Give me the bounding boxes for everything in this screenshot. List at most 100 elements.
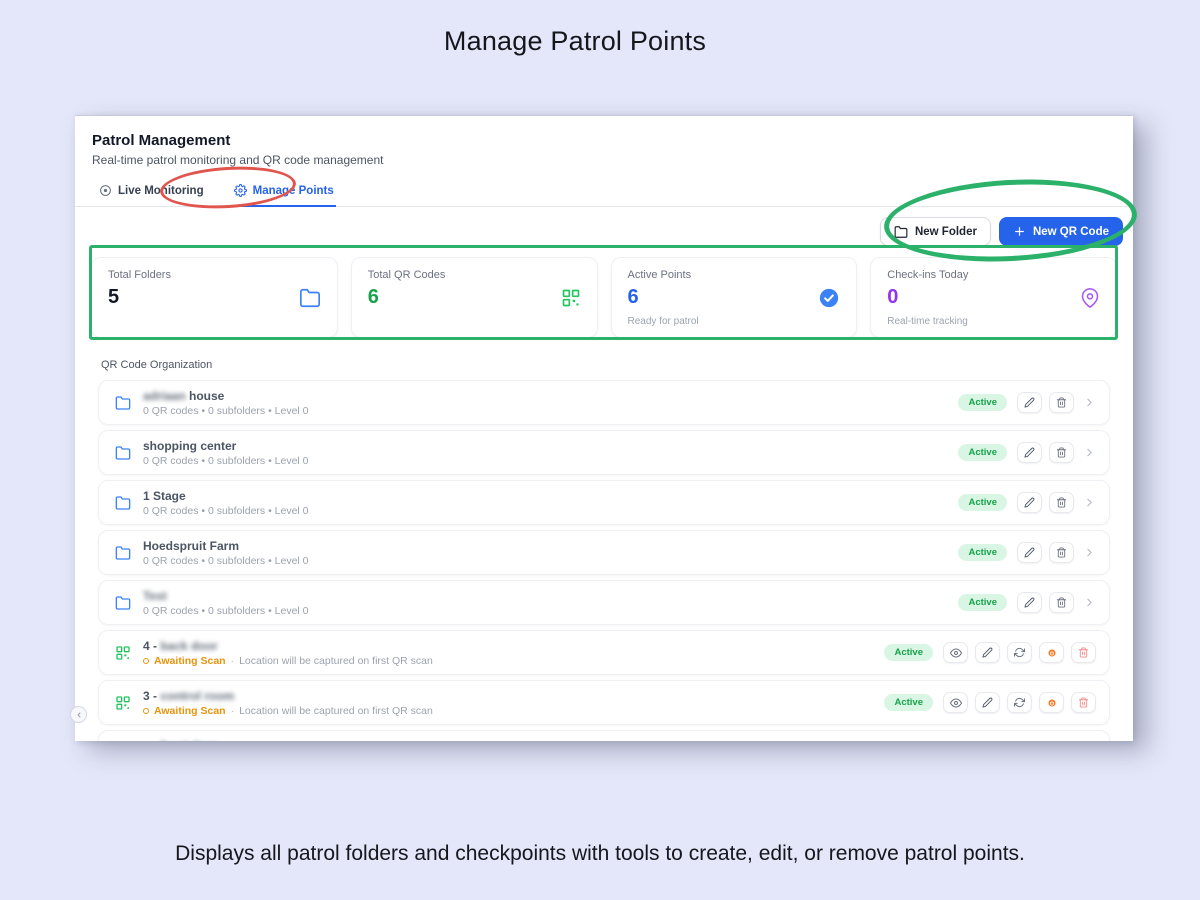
chevron-right-icon[interactable] <box>1083 496 1096 509</box>
panel-subtitle: Real-time patrol monitoring and QR code … <box>92 153 1116 167</box>
delete-folder-button[interactable] <box>1049 392 1074 413</box>
chevron-right-icon[interactable] <box>1083 446 1096 459</box>
page-caption: Displays all patrol folders and checkpoi… <box>0 842 1200 866</box>
edit-qr-button[interactable] <box>975 642 1000 663</box>
location-hint: Location will be captured on first QR sc… <box>239 705 433 717</box>
new-qr-code-button[interactable]: New QR Code <box>999 217 1123 246</box>
deactivate-point-button[interactable] <box>1039 642 1064 663</box>
tab-label: Manage Points <box>253 185 334 197</box>
stat-value: 6 <box>368 286 379 309</box>
new-folder-label: New Folder <box>915 226 977 238</box>
tab-manage-points[interactable]: Manage Points <box>232 178 336 206</box>
regenerate-qr-button[interactable] <box>1007 642 1032 663</box>
stat-value: 5 <box>108 286 119 309</box>
status-badge: Active <box>884 644 933 661</box>
stat-subtitle <box>108 316 321 328</box>
folder-row[interactable]: 1 Stage 0 QR codes • 0 subfolders • Leve… <box>98 480 1110 525</box>
stat-value: 0 <box>887 286 898 309</box>
folder-icon <box>115 545 131 561</box>
stat-label: Total QR Codes <box>368 269 581 281</box>
trash-icon <box>1056 497 1067 508</box>
stat-checkins-today: Check-ins Today 0 Real-time tracking <box>870 257 1117 338</box>
refresh-icon <box>1014 697 1025 708</box>
chevron-left-icon <box>75 711 83 719</box>
qr-point-row[interactable]: 4 - back door Awaiting Scan · Location w… <box>98 630 1110 675</box>
folder-info: adriaan house 0 QR codes • 0 subfolders … <box>143 389 958 417</box>
delete-folder-button[interactable] <box>1049 592 1074 613</box>
eye-icon <box>950 647 962 659</box>
folder-icon <box>299 287 321 309</box>
status-badge: Active <box>958 394 1007 411</box>
stat-total-qr-codes: Total QR Codes 6 <box>351 257 598 338</box>
stat-subtitle <box>368 316 581 328</box>
rows-list: adriaan house 0 QR codes • 0 subfolders … <box>98 380 1110 741</box>
stat-subtitle: Ready for patrol <box>628 316 841 328</box>
pencil-icon <box>1024 597 1035 608</box>
folder-icon <box>115 395 131 411</box>
deactivate-point-button[interactable] <box>1039 692 1064 713</box>
folder-icon <box>115 595 131 611</box>
delete-folder-button[interactable] <box>1049 492 1074 513</box>
new-qr-code-label: New QR Code <box>1033 226 1109 238</box>
qr-point-name: 3 - control room <box>143 689 884 703</box>
folder-name: Test <box>143 589 958 603</box>
chevron-right-icon[interactable] <box>1083 596 1096 609</box>
qr-code-icon <box>561 288 581 308</box>
chevron-right-icon[interactable] <box>1083 396 1096 409</box>
view-qr-button[interactable] <box>943 642 968 663</box>
trash-icon <box>1078 697 1089 708</box>
tab-live-monitoring[interactable]: Live Monitoring <box>97 178 206 206</box>
stat-total-folders: Total Folders 5 <box>91 257 338 338</box>
stat-label: Total Folders <box>108 269 321 281</box>
folder-meta: 0 QR codes • 0 subfolders • Level 0 <box>143 455 958 467</box>
folder-row[interactable]: adriaan house 0 QR codes • 0 subfolders … <box>98 380 1110 425</box>
chevron-right-icon[interactable] <box>1083 546 1096 559</box>
folder-row[interactable]: Hoedspruit Farm 0 QR codes • 0 subfolder… <box>98 530 1110 575</box>
pencil-icon <box>1024 497 1035 508</box>
delete-qr-button[interactable] <box>1071 642 1096 663</box>
edit-qr-button[interactable] <box>975 692 1000 713</box>
pencil-icon <box>1024 547 1035 558</box>
view-qr-button[interactable] <box>943 692 968 713</box>
location-pin-icon <box>1080 288 1100 308</box>
qr-point-info: 3 - control room Awaiting Scan · Locatio… <box>143 689 884 717</box>
qr-point-name: 1 - front door <box>143 739 884 742</box>
folder-meta: 0 QR codes • 0 subfolders • Level 0 <box>143 555 958 567</box>
delete-folder-button[interactable] <box>1049 542 1074 563</box>
plus-icon <box>1013 225 1026 238</box>
eye-icon <box>950 697 962 709</box>
folder-info: 1 Stage 0 QR codes • 0 subfolders • Leve… <box>143 489 958 517</box>
folder-info: Test 0 QR codes • 0 subfolders • Level 0 <box>143 589 958 617</box>
edit-folder-button[interactable] <box>1017 442 1042 463</box>
power-icon <box>1046 647 1058 659</box>
page-title: Manage Patrol Points <box>0 26 1150 57</box>
folder-icon <box>894 225 908 239</box>
qr-point-row[interactable]: 3 - control room Awaiting Scan · Locatio… <box>98 680 1110 725</box>
folder-row[interactable]: Test 0 QR codes • 0 subfolders • Level 0… <box>98 580 1110 625</box>
folder-meta: 0 QR codes • 0 subfolders • Level 0 <box>143 405 958 417</box>
qr-point-row[interactable]: 1 - front door Awaiting Scan · Location … <box>98 730 1110 741</box>
edit-folder-button[interactable] <box>1017 392 1042 413</box>
tab-label: Live Monitoring <box>118 185 204 197</box>
regenerate-qr-button[interactable] <box>1007 692 1032 713</box>
status-badge: Active <box>958 494 1007 511</box>
folder-row[interactable]: shopping center 0 QR codes • 0 subfolder… <box>98 430 1110 475</box>
panel-title: Patrol Management <box>92 132 1116 149</box>
edit-folder-button[interactable] <box>1017 492 1042 513</box>
folder-name: adriaan house <box>143 389 958 403</box>
folder-name: Hoedspruit Farm <box>143 539 958 553</box>
scroll-toggle-button[interactable] <box>70 706 87 723</box>
qr-point-status: Awaiting Scan · Location will be capture… <box>143 655 884 667</box>
delete-folder-button[interactable] <box>1049 442 1074 463</box>
edit-folder-button[interactable] <box>1017 592 1042 613</box>
stat-label: Check-ins Today <box>887 269 1100 281</box>
edit-folder-button[interactable] <box>1017 542 1042 563</box>
folder-meta: 0 QR codes • 0 subfolders • Level 0 <box>143 505 958 517</box>
awaiting-dot-icon <box>143 658 149 664</box>
folder-meta: 0 QR codes • 0 subfolders • Level 0 <box>143 605 958 617</box>
delete-qr-button[interactable] <box>1071 692 1096 713</box>
awaiting-dot-icon <box>143 708 149 714</box>
patrol-management-panel: Patrol Management Real-time patrol monit… <box>75 115 1133 741</box>
section-title: QR Code Organization <box>101 359 1107 371</box>
new-folder-button[interactable]: New Folder <box>880 217 991 246</box>
